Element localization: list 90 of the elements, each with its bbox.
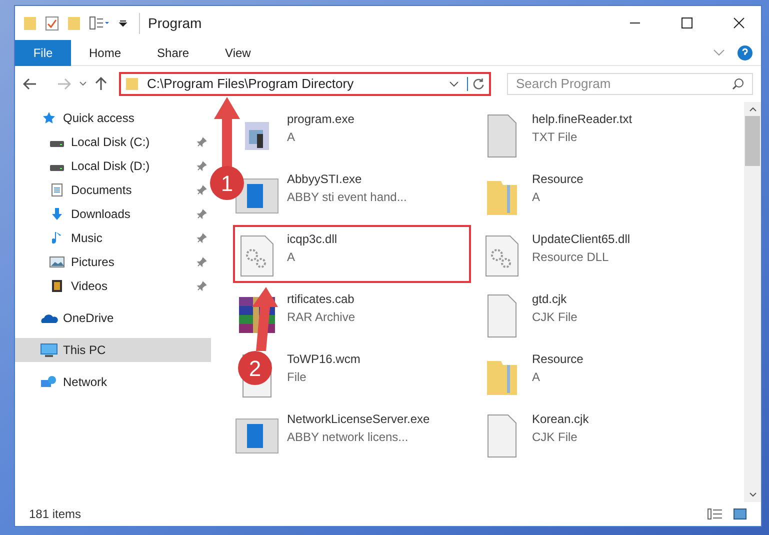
music-note-icon [52,231,62,245]
down-arrow-icon [50,207,64,221]
monitor-icon [40,343,58,357]
sidebar-label: Local Disk (C:) [71,134,150,151]
file-name[interactable]: AbbyySTI.exe [287,170,407,188]
scrollbar-thumb[interactable] [745,116,760,166]
sidebar-label: This PC [63,342,106,359]
file-name[interactable]: rtificates.cab [287,290,356,308]
picture-icon [49,256,65,268]
folder-icon [125,77,139,91]
chevron-down-icon[interactable] [748,492,756,498]
sidebar-item[interactable]: Network [15,370,211,394]
sidebar-label: Local Disk (D:) [71,158,150,175]
maximize-icon[interactable] [681,17,693,29]
sidebar-label: OneDrive [63,310,114,327]
sidebar-label: Music [71,230,102,247]
file-type: A [287,129,296,146]
file-name[interactable]: ToWP16.wcm [287,350,360,368]
sidebar-item[interactable]: Quick access [15,106,211,130]
file-name[interactable]: help.fineReader.txt [532,110,632,128]
properties-icon [89,16,111,30]
search-icon [732,78,744,90]
file-type: File [287,369,308,386]
file-name[interactable]: NetworkLicenseServer.exe [287,410,430,428]
sidebar-label: Quick access [63,110,134,127]
item-count: 181 items [29,506,82,523]
sidebar-item[interactable]: Documents [15,178,211,202]
address-bar[interactable]: C:\Program Files\Program Directory [119,72,491,96]
sidebar-item[interactable]: Local Disk (C:) [15,130,211,154]
file-name[interactable]: gtd.cjk [532,290,578,308]
file-type: RAR Archive [287,309,356,326]
document-icon [51,183,63,197]
details-view-icon[interactable] [707,508,723,520]
network-icon [40,375,58,389]
sidebar-label: Network [63,374,108,391]
ribbon-tab[interactable]: View [207,40,269,66]
up-arrow-icon[interactable] [95,77,107,91]
window-title: Program [139,12,202,34]
sidebar-label: Videos [71,278,108,295]
ribbon-tab[interactable]: Home [71,40,140,66]
chevron-up-icon[interactable] [748,106,756,112]
file-type: A [532,369,542,386]
file-type: A [287,249,296,266]
dropdown-icon [119,19,127,27]
sidebar-item[interactable]: Pictures [15,250,211,274]
file-type: CJK File [532,309,578,326]
file-name[interactable]: Resource [532,170,584,188]
gear-file-icon [240,235,274,277]
folder-icon [23,15,37,31]
sidebar-item[interactable]: Videos [15,274,211,298]
search-input[interactable]: Search Program [516,74,732,94]
film-icon [51,279,63,293]
cloud-icon [40,312,58,324]
file-type: CJK File [532,429,578,446]
ribbon-tab[interactable]: File [15,40,71,66]
file-type: ABBY network licens... [287,429,410,446]
ribbon-tab[interactable]: Share [139,40,208,66]
sidebar-label: Pictures [71,254,114,271]
sidebar-label: Documents [71,182,132,199]
sidebar-item[interactable]: Local Disk (D:) [15,154,211,178]
file-type: Resource DLL [532,249,610,266]
sidebar-label: Downloads [71,206,130,223]
file-type: ABBY sti event hand... [287,189,407,206]
file-type: A [532,189,542,206]
search-field[interactable]: Search Program [507,73,753,95]
chevron-icon[interactable] [449,81,459,87]
sidebar-item[interactable]: This PC [15,338,211,362]
gear-file-icon [485,235,519,277]
close-icon[interactable] [733,17,745,29]
help-icon[interactable] [737,44,753,60]
file-name[interactable]: UpdateClient65.dll [532,230,630,248]
sidebar-item[interactable]: Music [15,226,211,250]
star-icon [42,111,56,125]
chevron-icon[interactable] [79,81,87,87]
refresh-icon[interactable] [467,77,485,91]
back-arrow-icon[interactable] [23,78,37,90]
file-name[interactable]: icqp3c.dll [287,230,338,248]
file-name[interactable]: Korean.cjk [532,410,589,428]
file-name[interactable]: program.exe [287,110,354,128]
window-icon [235,178,279,214]
checkbox-icon [45,15,59,31]
sidebar-item[interactable]: OneDrive [15,306,211,330]
folder-icon [67,15,81,31]
address-path: C:\Program Files\Program Directory [147,75,354,94]
window-icon [235,418,279,454]
sidebar-item[interactable]: Downloads [15,202,211,226]
file-name[interactable]: Resource [532,350,584,368]
large-icons-view-icon[interactable] [733,508,747,520]
scrollbar[interactable] [744,102,761,502]
file-type: TXT File [532,129,578,146]
